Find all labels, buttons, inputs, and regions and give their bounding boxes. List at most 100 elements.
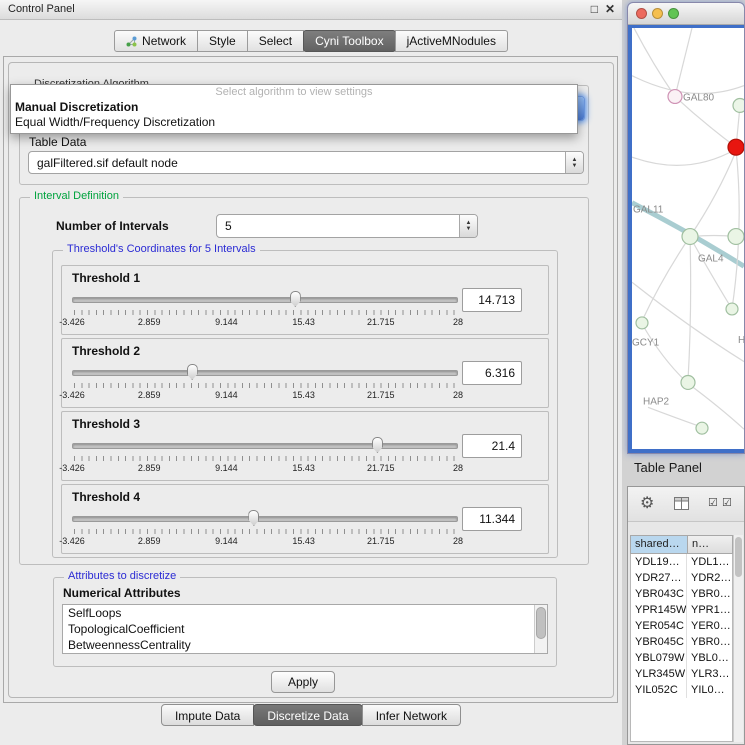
gear-icon[interactable]: ⚙ [640, 493, 654, 513]
bottom-tab-impute-data[interactable]: Impute Data [161, 704, 254, 726]
threshold-value-field[interactable]: 21.4 [462, 434, 522, 458]
minimize-button[interactable] [652, 8, 663, 19]
table-row[interactable]: YDL19…YDL1… [631, 554, 732, 570]
column-header-n[interactable]: n… [688, 535, 733, 554]
network-edge[interactable] [688, 383, 744, 429]
network-edge[interactable] [642, 324, 686, 382]
numerical-attributes-list[interactable]: SelfLoopsTopologicalCoefficientBetweenne… [62, 604, 548, 654]
tick-label: 28 [453, 390, 463, 400]
list-scrollbar[interactable] [534, 605, 547, 653]
table-row[interactable]: YPR145WYPR1… [631, 602, 732, 618]
network-edge[interactable] [632, 282, 744, 361]
close-icon[interactable]: ✕ [605, 2, 615, 16]
network-node[interactable] [728, 139, 744, 155]
number-of-intervals-select[interactable]: 5 ▲▼ [216, 214, 478, 238]
network-node[interactable] [733, 98, 744, 112]
tick-label: 21.715 [367, 463, 395, 473]
network-node[interactable] [681, 376, 695, 390]
network-node[interactable] [696, 422, 708, 434]
tab-style[interactable]: Style [197, 30, 248, 52]
network-node[interactable] [726, 303, 738, 315]
threshold-value-field[interactable]: 14.713 [462, 288, 522, 312]
network-window-titlebar[interactable] [628, 3, 744, 25]
threshold-value-field[interactable]: 6.316 [462, 361, 522, 385]
table-row[interactable]: YIL052CYIL0… [631, 682, 732, 698]
table-cell: YPR145W [631, 602, 687, 618]
network-node[interactable] [636, 317, 648, 329]
slider-thumb-icon[interactable] [187, 364, 198, 380]
number-of-intervals-label: Number of Intervals [56, 219, 169, 233]
table-cell: YDL1… [687, 554, 732, 570]
column-header-shared[interactable]: shared… [630, 535, 688, 554]
table-data-select[interactable]: galFiltered.sif default node ▲▼ [28, 151, 584, 174]
scrollbar-thumb[interactable] [536, 607, 546, 639]
network-edge[interactable] [648, 407, 702, 427]
attributes-to-discretize-group: Attributes to discretize Numerical Attri… [53, 577, 557, 667]
dropdown-option-equal-width-frequency-discretization[interactable]: Equal Width/Frequency Discretization [11, 115, 577, 130]
slider-track [72, 516, 458, 522]
table-cell: YLR345W [631, 666, 687, 682]
table-row[interactable]: YBL079WYBL0… [631, 650, 732, 666]
attribute-item[interactable]: BetweennessCentrality [63, 637, 547, 653]
tick-label: 28 [453, 317, 463, 327]
tab-cyni-toolbox[interactable]: Cyni Toolbox [303, 30, 395, 52]
threshold-label: Threshold 1 [72, 271, 140, 285]
scrollbar-thumb[interactable] [735, 537, 742, 577]
network-edge[interactable] [632, 149, 736, 165]
dropdown-option-manual-discretization[interactable]: Manual Discretization [11, 100, 577, 115]
apply-button[interactable]: Apply [271, 671, 335, 693]
table-row[interactable]: YDR27…YDR2… [631, 570, 732, 586]
table-data-value: galFiltered.sif default node [37, 156, 178, 170]
network-edge[interactable] [634, 28, 675, 97]
zoom-button[interactable] [668, 8, 679, 19]
close-button[interactable] [636, 8, 647, 19]
slider-thumb-icon[interactable] [290, 291, 301, 307]
network-node[interactable] [668, 90, 682, 104]
threshold-value-field[interactable]: 11.344 [462, 507, 522, 531]
table-header-row: shared…n… [630, 535, 733, 554]
slider-thumb-icon[interactable] [248, 510, 259, 526]
network-node[interactable] [728, 229, 744, 245]
network-edge[interactable] [632, 76, 744, 94]
table-row[interactable]: YER054CYER0… [631, 618, 732, 634]
network-edge[interactable] [675, 28, 692, 97]
combo-stepper-icon: ▲▼ [459, 215, 477, 237]
columns-icon[interactable] [674, 497, 689, 515]
tab-select[interactable]: Select [247, 30, 304, 52]
threshold-slider[interactable]: -3.4262.8599.14415.4321.71528 [72, 363, 458, 405]
node-label: GAL4 [698, 253, 724, 264]
minimize-icon[interactable]: □ [591, 2, 598, 16]
attribute-item[interactable]: TopologicalCoefficient [63, 621, 547, 637]
tab-jactivemnodules[interactable]: jActiveMNodules [395, 30, 508, 52]
network-node[interactable] [682, 229, 698, 245]
attribute-items: SelfLoopsTopologicalCoefficientBetweenne… [63, 605, 547, 653]
bottom-tab-discretize-data[interactable]: Discretize Data [253, 704, 362, 726]
tick-label: 2.859 [138, 463, 161, 473]
dropdown-hint: Select algorithm to view settings [11, 85, 577, 100]
network-canvas[interactable]: GAL80GAL11GAL4GCY1HAP2H [632, 28, 744, 449]
table-cell: YLR3… [687, 666, 732, 682]
attribute-item[interactable]: SelfLoops [63, 605, 547, 621]
threshold-slider[interactable]: -3.4262.8599.14415.4321.71528 [72, 436, 458, 478]
bottom-tab-infer-network[interactable]: Infer Network [362, 704, 461, 726]
threshold-slider[interactable]: -3.4262.8599.14415.4321.71528 [72, 509, 458, 551]
threshold-slider[interactable]: -3.4262.8599.14415.4321.71528 [72, 290, 458, 332]
tab-network[interactable]: Network [114, 30, 198, 52]
tick-label: 28 [453, 463, 463, 473]
network-edge[interactable] [675, 97, 736, 148]
table-row[interactable]: YBR043CYBR0… [631, 586, 732, 602]
table-cell: YER0… [687, 618, 732, 634]
network-view-window: GAL80GAL11GAL4GCY1HAP2H [627, 2, 745, 454]
slider-thumb-icon[interactable] [372, 437, 383, 453]
network-graph[interactable]: GAL80GAL11GAL4GCY1HAP2H [632, 28, 744, 449]
tick-label: 15.43 [292, 390, 315, 400]
thresholds-coordinates-group-label: Threshold's Coordinates for 5 Intervals [63, 243, 260, 255]
network-edge[interactable] [692, 240, 732, 309]
select-none-icon[interactable]: ☑ [722, 496, 732, 509]
select-all-icon[interactable]: ☑ [708, 496, 718, 509]
node-label: HAP2 [643, 396, 670, 407]
network-edge[interactable] [688, 237, 691, 381]
table-row[interactable]: YBR045CYBR0… [631, 634, 732, 650]
table-scrollbar[interactable] [733, 535, 743, 742]
table-row[interactable]: YLR345WYLR3… [631, 666, 732, 682]
